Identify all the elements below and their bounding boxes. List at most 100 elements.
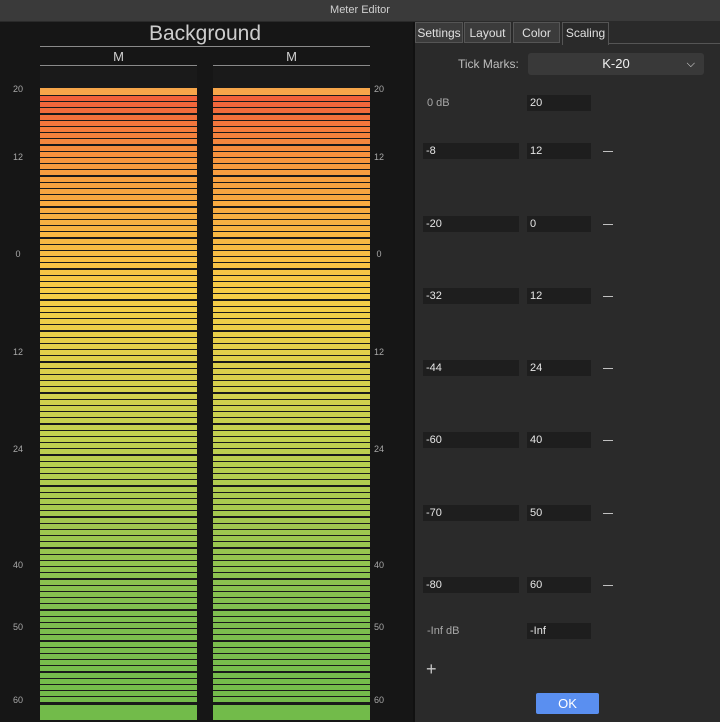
db-value-field[interactable]: -80 bbox=[423, 577, 519, 593]
meter-segment bbox=[213, 393, 370, 399]
meter-segment bbox=[213, 461, 370, 467]
meter-segment bbox=[40, 393, 197, 399]
meter-segment bbox=[213, 616, 370, 622]
meter-segment bbox=[213, 499, 370, 504]
remove-row-button[interactable] bbox=[599, 291, 617, 303]
window-title: Meter Editor bbox=[0, 0, 720, 22]
meter-segment bbox=[213, 430, 370, 436]
meter-segment bbox=[213, 306, 370, 312]
meter-segment bbox=[40, 96, 197, 101]
tick-label-field[interactable]: 0 bbox=[527, 216, 591, 232]
scale-label-right: 40 bbox=[373, 560, 384, 570]
channel-label-left: M bbox=[113, 49, 124, 64]
meter-segment bbox=[213, 120, 370, 126]
meter-segment bbox=[213, 468, 370, 473]
meter-segment bbox=[40, 629, 197, 635]
meter-segment bbox=[40, 430, 197, 436]
meter-segment bbox=[40, 573, 197, 579]
meter-segment bbox=[40, 616, 197, 622]
meter-segment bbox=[40, 399, 197, 405]
meter-segment bbox=[213, 406, 370, 411]
remove-row-button[interactable] bbox=[599, 363, 617, 375]
tab-color[interactable]: Color bbox=[513, 22, 560, 43]
ok-button[interactable]: OK bbox=[536, 693, 599, 714]
meter-segment bbox=[213, 635, 370, 641]
remove-row-button[interactable] bbox=[599, 146, 617, 158]
db-value-field[interactable]: -60 bbox=[423, 432, 519, 448]
meter-segment bbox=[213, 536, 370, 542]
zero-db-mapping-field[interactable]: 20 bbox=[527, 95, 591, 111]
meter-segment bbox=[213, 672, 370, 678]
meter-segment bbox=[213, 170, 370, 176]
meter-segment bbox=[213, 275, 370, 281]
remove-row-button[interactable] bbox=[599, 508, 617, 520]
meter-segment bbox=[213, 548, 370, 554]
scale-label-right: 12 bbox=[373, 347, 384, 357]
meter-segment bbox=[213, 182, 370, 188]
meter-segment bbox=[40, 623, 197, 628]
meter-segment bbox=[40, 319, 197, 325]
tick-label-field[interactable]: 12 bbox=[527, 288, 591, 304]
meter-segment bbox=[213, 542, 370, 548]
meter-segment bbox=[213, 201, 370, 207]
meter-segment bbox=[40, 610, 197, 616]
remove-row-button[interactable] bbox=[599, 580, 617, 592]
tick-label-field[interactable]: 40 bbox=[527, 432, 591, 448]
meter-segment bbox=[213, 517, 370, 523]
meter-segment bbox=[40, 232, 197, 238]
tab-layout[interactable]: Layout bbox=[464, 22, 511, 43]
meter-segment bbox=[40, 356, 197, 362]
tick-label-field[interactable]: 50 bbox=[527, 505, 591, 521]
meter-segment bbox=[213, 133, 370, 139]
meter-segment bbox=[40, 474, 197, 480]
meter-segment bbox=[213, 623, 370, 628]
meter-segment bbox=[213, 480, 370, 486]
meter-segment bbox=[213, 319, 370, 325]
db-value-field[interactable]: -32 bbox=[423, 288, 519, 304]
remove-row-button[interactable] bbox=[599, 435, 617, 447]
tick-label-field[interactable]: 60 bbox=[527, 577, 591, 593]
db-value-field[interactable]: -8 bbox=[423, 143, 519, 159]
add-row-button[interactable]: + bbox=[426, 660, 437, 678]
meter-segment bbox=[213, 164, 370, 170]
meter-segment bbox=[213, 300, 370, 306]
tick-marks-label: Tick Marks: bbox=[458, 57, 519, 71]
meter-segment bbox=[213, 598, 370, 604]
meter-segment bbox=[213, 375, 370, 380]
db-value-field[interactable]: -20 bbox=[423, 216, 519, 232]
meter-segment bbox=[213, 344, 370, 349]
tick-marks-select[interactable]: K-20 ⌵ bbox=[528, 53, 704, 75]
meter-segment bbox=[40, 282, 197, 287]
meter-segment bbox=[40, 697, 197, 703]
meter-segment bbox=[213, 288, 370, 294]
db-value-field[interactable]: -44 bbox=[423, 360, 519, 376]
meter-segment bbox=[213, 381, 370, 387]
meter-segment bbox=[213, 592, 370, 597]
meter-segment bbox=[213, 399, 370, 405]
channel-divider-right bbox=[213, 65, 370, 66]
meter-segment bbox=[213, 443, 370, 449]
meter-bar-left bbox=[40, 67, 197, 720]
meter-segment bbox=[40, 145, 197, 151]
meter-segment bbox=[213, 629, 370, 635]
meter-segment bbox=[213, 579, 370, 585]
meter-segment bbox=[40, 331, 197, 337]
tick-label-field[interactable]: 24 bbox=[527, 360, 591, 376]
meter-segment bbox=[213, 189, 370, 194]
tab-scaling[interactable]: Scaling bbox=[562, 22, 609, 45]
meter-segment bbox=[213, 325, 370, 331]
tick-label-field[interactable]: 12 bbox=[527, 143, 591, 159]
meter-segment bbox=[40, 418, 197, 424]
meter-segment bbox=[40, 381, 197, 387]
remove-row-button[interactable] bbox=[599, 219, 617, 231]
db-value-field[interactable]: -70 bbox=[423, 505, 519, 521]
meter-segment bbox=[40, 455, 197, 461]
inf-mapping-field[interactable]: -Inf bbox=[527, 623, 591, 639]
meter-segment bbox=[40, 151, 197, 157]
chevron-down-icon: ⌵ bbox=[686, 58, 695, 70]
meter-segment bbox=[213, 350, 370, 356]
meter-segment bbox=[213, 102, 370, 108]
tab-settings[interactable]: Settings bbox=[415, 22, 463, 43]
meter-segment bbox=[40, 244, 197, 250]
meter-segment bbox=[40, 387, 197, 393]
